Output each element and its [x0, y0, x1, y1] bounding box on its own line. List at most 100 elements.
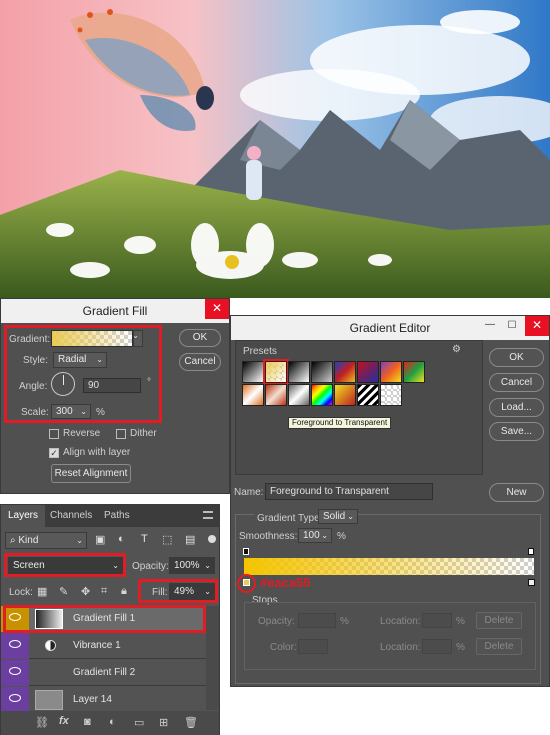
name-input[interactable]: Foreground to Transparent [265, 483, 433, 500]
kind-filter-select[interactable]: ⌕ Kind ⌄ [5, 532, 87, 549]
adjustment-filter-icon[interactable]: ◐ [118, 533, 125, 545]
style-select[interactable]: Radial ⌄ [53, 352, 107, 368]
smoothness-label: Smoothness: [239, 531, 298, 542]
image-filter-icon[interactable]: ▣ [95, 533, 105, 546]
color-stop-highlight [237, 574, 256, 593]
align-checkbox[interactable]: ✓ [49, 448, 59, 458]
scrollbar[interactable] [206, 606, 219, 710]
close-button[interactable]: ✕ [205, 299, 229, 319]
filter-icons: ▣ ◐ T ⬚ ▤ [93, 533, 205, 549]
preset-swatch[interactable] [242, 361, 264, 383]
minimize-button[interactable]: — [479, 316, 501, 336]
opacity-stop-right[interactable] [528, 548, 534, 555]
preset-swatch[interactable] [357, 384, 379, 406]
cancel-button[interactable]: Cancel [179, 353, 221, 371]
percent-unit: % [340, 616, 349, 627]
visibility-eye-icon[interactable] [1, 633, 29, 659]
preset-tooltip: Foreground to Transparent [288, 417, 392, 429]
preset-swatch[interactable] [357, 361, 379, 383]
new-adjustment-icon[interactable]: ◐ [109, 716, 116, 728]
visibility-eye-icon[interactable] [1, 660, 29, 686]
blend-mode-value: Screen [13, 560, 45, 571]
dither-checkbox[interactable] [116, 429, 126, 439]
preset-swatch[interactable] [288, 361, 310, 383]
layer-style-icon[interactable]: fx [59, 715, 69, 727]
lock-transparent-icon[interactable]: ▦ [37, 585, 47, 598]
reverse-checkbox[interactable] [49, 429, 59, 439]
chevron-down-icon: ⌄ [132, 331, 139, 340]
new-layer-icon[interactable]: ⊞ [159, 716, 168, 729]
tab-channels[interactable]: Channels [43, 505, 99, 527]
adjustment-icon [45, 640, 56, 651]
gear-icon[interactable]: ⚙ [452, 344, 461, 355]
link-layers-icon[interactable]: ⛓ [35, 716, 49, 729]
type-filter-icon[interactable]: T [141, 533, 148, 545]
preset-swatch-selected[interactable] [263, 359, 289, 385]
tab-layers[interactable]: Layers [1, 505, 46, 527]
preset-swatch[interactable] [334, 384, 356, 406]
panel-menu-icon[interactable] [203, 511, 213, 519]
lock-all-icon[interactable]: 🔒︎ [121, 585, 127, 598]
gradient-fill-dialog: Gradient Fill ✕ Gradient: ⌄ Style: Radia… [0, 298, 230, 494]
delete-layer-icon[interactable]: 🗑︎ [184, 716, 198, 729]
angle-input[interactable]: 90 [83, 378, 141, 393]
panel-tab-bar: Layers Channels Paths [1, 505, 219, 527]
load-button[interactable]: Load... [489, 398, 544, 417]
opacity-value: 100% [174, 560, 200, 571]
delete-color-stop-button: Delete [476, 638, 522, 655]
blend-mode-select[interactable]: Screen ⌄ [8, 557, 123, 574]
layer-row-gradient-fill-2[interactable]: Gradient Fill 2 [1, 660, 206, 686]
new-button[interactable]: New [489, 483, 544, 502]
close-button[interactable]: ✕ [525, 316, 549, 336]
fill-input[interactable]: 49% ⌄ [169, 583, 215, 600]
preset-swatch[interactable] [380, 361, 402, 383]
preset-swatch[interactable] [265, 384, 287, 406]
style-value: Radial [58, 354, 87, 365]
scale-input[interactable]: 300 ⌄ [51, 404, 91, 419]
color-stop-right[interactable] [528, 579, 535, 586]
maximize-button[interactable]: ☐ [501, 316, 523, 336]
reverse-label: Reverse [63, 428, 101, 439]
preset-swatch[interactable] [288, 384, 310, 406]
preset-swatch[interactable] [334, 361, 356, 383]
filter-toggle-icon[interactable] [208, 535, 216, 543]
ok-button[interactable]: OK [179, 329, 221, 347]
new-group-icon[interactable]: ▭ [134, 716, 144, 729]
visibility-eye-icon[interactable] [1, 687, 29, 713]
angle-label: Angle: [19, 381, 48, 392]
layer-row-vibrance-1[interactable]: Vibrance 1 [1, 633, 206, 659]
opacity-input[interactable]: 100% ⌄ [169, 557, 215, 574]
preset-swatch[interactable] [311, 384, 333, 406]
gradient-bar[interactable] [244, 558, 534, 575]
reset-alignment-button[interactable]: Reset Alignment [51, 464, 131, 483]
gradient-dropdown[interactable]: ⌄ [132, 330, 143, 347]
smart-object-filter-icon[interactable]: ▤ [185, 533, 195, 546]
fill-value: 49% [174, 586, 195, 597]
preset-swatch[interactable] [242, 384, 264, 406]
add-mask-icon[interactable]: ◙ [84, 716, 91, 728]
lock-artboard-icon[interactable]: ⌗ [101, 585, 107, 598]
ok-button[interactable]: OK [489, 348, 544, 367]
gradient-swatch[interactable] [51, 330, 133, 347]
lock-paint-icon[interactable]: ✎ [59, 585, 68, 598]
layer-row-layer-14[interactable]: Layer 14 [1, 687, 206, 713]
smoothness-input[interactable]: 100 ⌄ [298, 528, 332, 543]
name-label: Name: [234, 487, 264, 498]
lock-position-icon[interactable]: ✥ [81, 585, 90, 598]
presets-panel: Presets ⚙ Foreground to Transparent [235, 340, 483, 475]
angle-dial[interactable] [51, 372, 75, 396]
preset-swatch[interactable] [311, 361, 333, 383]
save-button[interactable]: Save... [489, 422, 544, 441]
gradient-fill-title: Gradient Fill [1, 299, 229, 323]
gradient-type-select[interactable]: Solid ⌄ [318, 509, 358, 524]
cancel-button[interactable]: Cancel [489, 373, 544, 392]
fill-label: Fill: [152, 587, 168, 598]
shape-filter-icon[interactable]: ⬚ [162, 533, 172, 546]
style-label: Style: [23, 355, 49, 366]
preset-swatch[interactable] [403, 361, 425, 383]
preset-swatch[interactable] [380, 384, 402, 406]
percent-unit: % [96, 407, 105, 418]
lock-label: Lock: [9, 587, 33, 598]
opacity-stop-left[interactable] [243, 548, 249, 555]
tab-paths[interactable]: Paths [97, 505, 137, 527]
